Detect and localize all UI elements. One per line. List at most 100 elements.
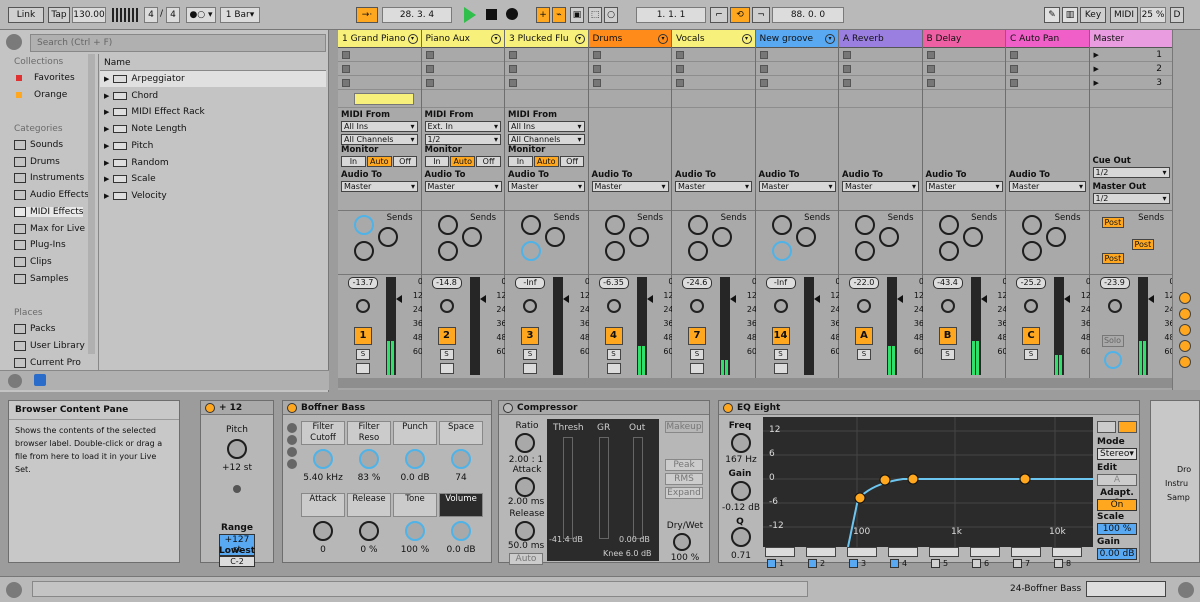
solo-button[interactable]: S [356,349,370,360]
stop-slot[interactable] [755,90,838,108]
stop-icon[interactable] [843,78,851,87]
track-header[interactable]: C Auto Pan [1006,30,1089,48]
song-position[interactable]: 28. 3. 4 [382,7,452,23]
clip-slot[interactable] [421,76,504,90]
sidebar-item-5[interactable]: Max for Live [14,223,85,234]
clip-slot[interactable] [922,62,1005,76]
cue-volume-knob[interactable] [1103,351,1122,369]
sidebar-item-3[interactable]: Audio Effects [14,190,89,201]
midi-map-button[interactable]: MIDI [1110,7,1138,23]
compressor-power-icon[interactable] [503,402,513,413]
loop-start-field[interactable]: 1. 1. 1 [636,7,706,23]
track-fold-icon[interactable]: ▾ [741,33,752,44]
solo-button[interactable]: S [606,349,621,360]
macro-box[interactable]: Attack [301,493,345,517]
audio-to-select[interactable]: Master ▾ [508,181,585,192]
volume-value[interactable]: -25.2 [1016,277,1046,289]
stop-slot[interactable] [338,90,421,108]
metronome-icon[interactable]: ●○ ▾ [186,7,216,23]
expand-arrow-icon[interactable]: ▶ [104,75,109,83]
send-a-knob[interactable] [855,215,875,235]
link-button[interactable]: Link [8,7,44,23]
tap-button[interactable]: Tap [48,7,70,23]
send-c-knob[interactable] [604,241,625,261]
mixer-scrollbar[interactable] [338,378,1172,388]
audio-to-select[interactable]: Master ▾ [758,181,836,192]
scene-launch-icon[interactable]: ▶ [1094,51,1099,59]
clip-slot[interactable] [922,48,1005,62]
clip-slot[interactable] [1006,76,1089,90]
sidebar-item-0[interactable]: Sounds [14,140,63,150]
macro-box[interactable]: Release [347,493,391,517]
pan-knob[interactable] [356,299,370,313]
macro-knob[interactable] [451,521,471,541]
track-activator[interactable]: C [1022,327,1040,345]
track-activator[interactable]: 14 [771,327,790,345]
tempo-field[interactable]: 130.00 [72,7,106,23]
track-fold-icon[interactable]: ▾ [407,33,418,44]
arm-icon[interactable] [439,363,454,374]
auto-button[interactable]: Auto [509,553,543,565]
overview-toggle-icon[interactable] [6,582,22,598]
eq-filter-type-icon[interactable] [806,547,836,557]
solo-button[interactable]: S [773,349,788,360]
send-b-knob[interactable] [1046,227,1066,247]
pan-knob[interactable] [857,299,871,313]
audio-to-select[interactable]: Master ▾ [341,181,418,192]
input-select[interactable]: Ext. In ▾ [424,121,501,132]
eq-filter-type-icon[interactable] [1011,547,1041,557]
stop-icon[interactable] [926,64,935,73]
track-activator[interactable]: B [938,327,957,345]
audio-to-select[interactable]: Master ▾ [925,181,1003,192]
pan-knob[interactable] [439,299,454,313]
clip-slot[interactable] [338,48,421,62]
audio-to-select[interactable]: Master ▾ [424,181,502,192]
clip-slot[interactable] [755,48,838,62]
send-b-knob[interactable] [378,227,398,247]
adapt-button[interactable]: On [1097,499,1137,511]
clip-slot[interactable] [588,48,671,62]
track-fold-icon[interactable]: ▾ [825,33,835,44]
eq-filter-type-icon[interactable] [1052,547,1082,557]
drywet-knob[interactable] [673,533,691,551]
stop-icon[interactable] [509,64,517,73]
track-header[interactable]: New groove ▾ [755,30,838,48]
macro-knob[interactable] [405,521,425,541]
sidebar-scrollbar[interactable] [88,54,95,354]
send-a-knob[interactable] [938,215,959,235]
send-a-knob[interactable] [604,215,625,235]
pan-knob[interactable] [690,299,704,313]
sidebar-item-favorites[interactable]: Favorites [16,73,75,83]
post-button[interactable]: Post [1101,253,1125,264]
punch-out-icon[interactable]: ¬ [752,7,770,23]
eq-filter-type-icon[interactable] [929,547,959,557]
eq-band-toggle[interactable]: 4 [890,559,907,568]
mode-select[interactable]: Stereo▾ [1097,448,1137,460]
place-item-1[interactable]: User Library [14,341,85,351]
draw-mode-icon[interactable]: ✎ [1044,7,1060,23]
list-item[interactable]: ▶ Random [100,155,326,171]
loop-icon[interactable]: ⟲ [730,7,750,23]
clip-slot[interactable] [421,48,504,62]
track-header[interactable]: Drums ▾ [588,30,671,48]
track-header[interactable]: 1 Grand Piano ▾ [338,30,421,48]
track-fold-icon[interactable]: ▾ [658,33,668,44]
stop-icon[interactable] [425,64,434,73]
makeup-button[interactable]: Makeup [665,421,703,433]
clip-slot[interactable]: ▶ 1 [1089,48,1172,62]
monitor-auto-button[interactable]: Auto [533,156,559,167]
stop-icon[interactable] [926,78,935,87]
monitor-auto-button[interactable]: Auto [450,156,476,167]
monitor-in-button[interactable]: In [341,156,366,167]
follow-icon[interactable]: →· [356,7,378,23]
volume-value[interactable]: -Inf [765,277,796,289]
list-item[interactable]: ▶ Velocity [100,188,326,204]
clip-slot[interactable] [1006,48,1089,62]
sidebar-item-6[interactable]: Plug-Ins [14,240,66,251]
stop-slot[interactable] [505,90,588,108]
eq-band-enable-icon[interactable] [1054,559,1063,568]
rms-button[interactable]: RMS [665,473,703,485]
pan-knob[interactable] [606,299,621,313]
macro-knob[interactable] [451,449,471,469]
peak-button[interactable]: Peak [665,459,703,471]
